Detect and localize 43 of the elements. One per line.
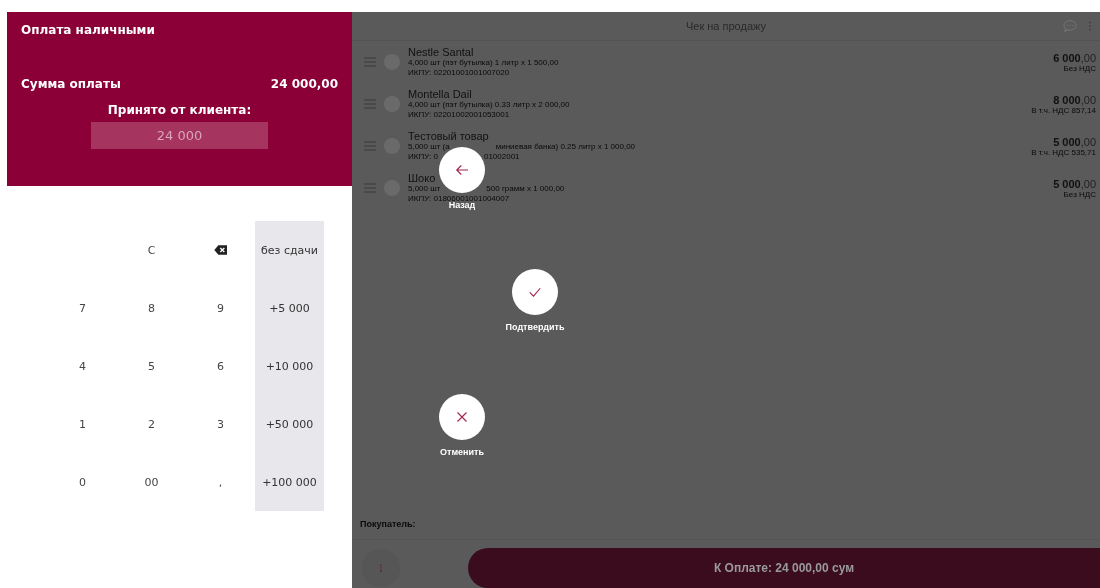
backspace-icon <box>212 242 229 258</box>
action-button[interactable] <box>439 394 485 440</box>
item-tax: В т.ч. НДС 535,71 <box>1031 147 1096 157</box>
item-detail: 5,000 шт (а <box>408 142 450 152</box>
quick-amount-button[interactable]: +10 000 <box>255 337 324 395</box>
received-label: Принято от клиента: <box>106 103 253 117</box>
keypad-key[interactable]: 0 <box>48 453 117 511</box>
item-code: 01002001 <box>483 152 520 162</box>
item-name: Montella Dail <box>408 88 472 100</box>
item-tax: Без НДС <box>1062 63 1096 73</box>
keypad-key[interactable]: , <box>186 453 255 511</box>
item-code: ИКПУ: 02201001001007020 <box>408 68 510 78</box>
item-name: Шоко <box>408 172 436 184</box>
item-name: Тестовый товар <box>408 130 489 142</box>
sum-value: 24 000,00 <box>270 77 338 91</box>
buyer-label: Покупатель: <box>352 519 1100 540</box>
keypad-key[interactable]: 00 <box>117 453 186 511</box>
panel-title: Оплата наличными <box>21 23 156 37</box>
quick-amount-button[interactable]: +100 000 <box>255 453 324 511</box>
keypad-key[interactable]: 8 <box>117 279 186 337</box>
keypad-key[interactable]: 7 <box>48 279 117 337</box>
keypad-key[interactable]: 5 <box>117 337 186 395</box>
item-tax: В т.ч. НДС 857,14 <box>1031 105 1096 115</box>
keypad-key[interactable]: 3 <box>186 395 255 453</box>
chat-icon <box>1062 18 1078 34</box>
keypad-key[interactable]: C <box>117 221 186 279</box>
quick-amount-button[interactable]: +5 000 <box>255 279 324 337</box>
keypad-key[interactable]: 6 <box>186 337 255 395</box>
item-tax: Без НДС <box>1062 189 1096 199</box>
quick-amount-button[interactable]: без сдачи <box>255 221 324 279</box>
item-code: ИКПУ: 02201002001053001 <box>408 110 510 120</box>
keypad-key[interactable]: 1 <box>48 395 117 453</box>
item-detail: 5,000 шт <box>408 184 441 194</box>
keypad-key[interactable]: 9 <box>186 279 255 337</box>
keypad-key[interactable]: 2 <box>117 395 186 453</box>
item-name: Nestle Santal <box>408 46 474 58</box>
action-label: Отменить <box>440 447 484 457</box>
action-button[interactable] <box>512 269 558 315</box>
action-label: Подтвердить <box>505 322 565 332</box>
pay-button[interactable]: К Оплате: 24 000,00 сум <box>468 548 1100 588</box>
quick-amount-button[interactable]: +50 000 <box>255 395 324 453</box>
keypad-key[interactable]: 4 <box>48 337 117 395</box>
sum-label: Сумма оплаты <box>21 77 121 91</box>
